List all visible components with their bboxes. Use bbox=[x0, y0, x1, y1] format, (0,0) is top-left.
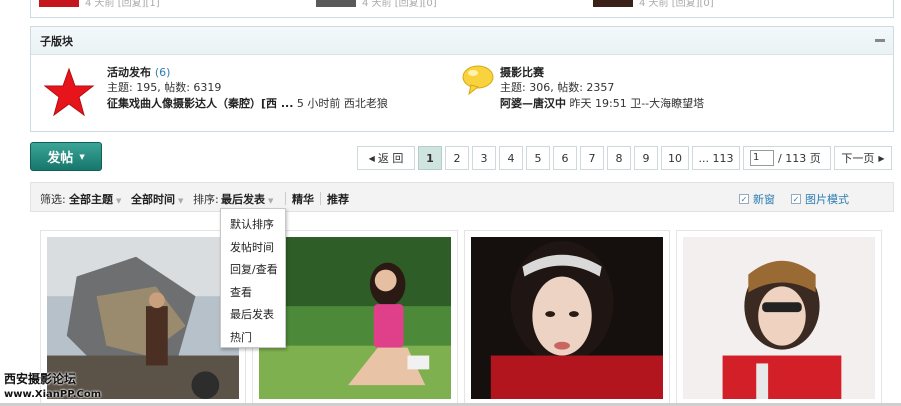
page-link[interactable]: 4 bbox=[499, 146, 523, 170]
sort-option[interactable]: 热门 bbox=[221, 326, 285, 349]
chevron-right-icon: ▶ bbox=[878, 153, 885, 163]
check-icon: ✓ bbox=[791, 194, 801, 204]
forum-title-link[interactable]: 摄影比赛 bbox=[500, 66, 544, 79]
page-link[interactable]: 3 bbox=[472, 146, 496, 170]
chevron-left-icon: ◀ bbox=[368, 153, 375, 163]
new-window-toggle[interactable]: ✓ 新窗 bbox=[739, 191, 775, 207]
new-post-button[interactable]: 发帖 ▼ bbox=[30, 142, 102, 171]
thumbnail[interactable] bbox=[259, 237, 451, 399]
sort-option[interactable]: 查看 bbox=[221, 281, 285, 304]
new-post-label: 发帖 bbox=[47, 151, 74, 166]
top-item[interactable]: 4 天前 [回复][1] bbox=[39, 0, 160, 9]
last-post-time: 5 小时前 bbox=[296, 97, 341, 110]
filter-all-topics[interactable]: 全部主题 ▼ bbox=[69, 191, 121, 207]
forum-last-post: 阿婆—唐汉中 昨天 19:51 卫--大海瞭望塔 bbox=[500, 95, 704, 112]
divider bbox=[285, 192, 286, 205]
sort-option[interactable]: 回复/查看 bbox=[221, 258, 285, 281]
sort-dropdown-menu: 默认排序 发帖时间 回复/查看 查看 最后发表 热门 bbox=[220, 208, 286, 348]
photo-card[interactable] bbox=[676, 230, 882, 406]
back-button[interactable]: ◀ 返 回 bbox=[357, 146, 415, 170]
watermark: 西安摄影论坛 www.XianPP.Com bbox=[4, 372, 101, 402]
top-item[interactable]: 4 天前 [回复][0] bbox=[316, 0, 437, 9]
sort-option[interactable]: 发帖时间 bbox=[221, 236, 285, 259]
sort-dropdown[interactable]: 最后发表 ▼ bbox=[221, 191, 273, 207]
previous-thread-strip: 4 天前 [回复][1] 4 天前 [回复][0] 4 天前 [回复][0] bbox=[30, 0, 894, 18]
speech-bubble-icon bbox=[462, 65, 494, 95]
sort-option[interactable]: 默认排序 bbox=[221, 213, 285, 236]
top-item[interactable]: 4 天前 [回复][0] bbox=[593, 0, 714, 9]
next-page-button[interactable]: 下一页 ▶ bbox=[834, 146, 892, 170]
chevron-down-icon: ▼ bbox=[79, 152, 85, 161]
page-link[interactable]: 5 bbox=[526, 146, 550, 170]
last-post-user[interactable]: 西北老狼 bbox=[344, 97, 388, 110]
photo-grid bbox=[40, 228, 890, 406]
top-item-meta: 4 天前 [回复][0] bbox=[639, 0, 714, 9]
forum-last-post: 征集戏曲人像摄影达人（秦腔）[西 ... 5 小时前 西北老狼 bbox=[107, 95, 388, 112]
subforum-header: 子版块 bbox=[31, 27, 893, 55]
page-total: / 113 页 bbox=[778, 152, 821, 165]
last-post-time: 昨天 19:51 bbox=[569, 97, 627, 110]
page-link[interactable]: 8 bbox=[607, 146, 631, 170]
sort-label: 排序: bbox=[193, 193, 219, 206]
thumbnail[interactable] bbox=[471, 237, 663, 399]
chevron-down-icon: ▼ bbox=[116, 197, 122, 205]
forum-entry: 活动发布 (6) 主题: 195, 帖数: 6319 征集戏曲人像摄影达人（秦腔… bbox=[107, 65, 388, 112]
thumbnail[interactable] bbox=[39, 0, 79, 7]
filter-bar: 筛选: 全部主题 ▼ 全部时间 ▼ 排序: 最后发表 ▼ 精华 推荐 ✓ 新窗 ✓ 图… bbox=[30, 182, 894, 212]
page-link[interactable]: 9 bbox=[634, 146, 658, 170]
chevron-down-icon: ▼ bbox=[268, 197, 274, 205]
chevron-down-icon: ▼ bbox=[178, 197, 184, 205]
last-post-user[interactable]: 卫--大海瞭望塔 bbox=[630, 97, 704, 110]
last-page-link[interactable]: ... 113 bbox=[692, 146, 740, 170]
forum-stats: 主题: 195, 帖数: 6319 bbox=[107, 81, 222, 94]
last-post-link[interactable]: 阿婆—唐汉中 bbox=[500, 97, 566, 110]
red-star-icon bbox=[43, 67, 95, 117]
page-link[interactable]: 2 bbox=[445, 146, 469, 170]
thumbnail[interactable] bbox=[593, 0, 633, 7]
thumbnail[interactable] bbox=[683, 237, 875, 399]
subforum-block: 子版块 活动发布 (6) 主题: 195, 帖数: 6319 征集戏曲人像摄影达… bbox=[30, 26, 894, 132]
forum-stats: 主题: 306, 帖数: 2357 bbox=[500, 81, 615, 94]
thumbnail[interactable] bbox=[316, 0, 356, 7]
forum-title-link[interactable]: 活动发布 bbox=[107, 66, 151, 79]
recommend-filter[interactable]: 推荐 bbox=[327, 191, 349, 207]
watermark-line-2: www.XianPP.Com bbox=[4, 389, 102, 400]
page-link[interactable]: 10 bbox=[661, 146, 689, 170]
check-icon: ✓ bbox=[739, 194, 749, 204]
watermark-line-1: 西安摄影论坛 bbox=[4, 372, 77, 386]
page-link[interactable]: 6 bbox=[553, 146, 577, 170]
forum-today-count: (6) bbox=[154, 66, 171, 79]
filter-all-time[interactable]: 全部时间 ▼ bbox=[131, 191, 183, 207]
forum-entry: 摄影比赛 主题: 306, 帖数: 2357 阿婆—唐汉中 昨天 19:51 卫… bbox=[500, 65, 704, 112]
page-link[interactable]: 1 bbox=[418, 146, 442, 170]
filter-label: 筛选: bbox=[40, 193, 66, 206]
top-item-meta: 4 天前 [回复][1] bbox=[85, 0, 160, 9]
top-item-meta: 4 天前 [回复][0] bbox=[362, 0, 437, 9]
page-jump: 1 / 113 页 bbox=[743, 146, 831, 170]
subforum-heading: 子版块 bbox=[40, 34, 73, 48]
page-link[interactable]: 7 bbox=[580, 146, 604, 170]
digest-filter[interactable]: 精华 bbox=[292, 191, 314, 207]
divider bbox=[320, 192, 321, 205]
collapse-icon[interactable] bbox=[875, 39, 885, 42]
pagination: ◀ 返 回 1 2 3 4 5 6 7 8 9 10 ... 113 1 / 1… bbox=[357, 146, 892, 170]
image-mode-toggle[interactable]: ✓ 图片模式 bbox=[791, 191, 849, 207]
sort-option[interactable]: 最后发表 bbox=[221, 303, 285, 326]
photo-card[interactable] bbox=[464, 230, 670, 406]
last-post-link[interactable]: 征集戏曲人像摄影达人（秦腔）[西 ... bbox=[107, 97, 293, 110]
page-jump-input[interactable]: 1 bbox=[750, 150, 774, 166]
